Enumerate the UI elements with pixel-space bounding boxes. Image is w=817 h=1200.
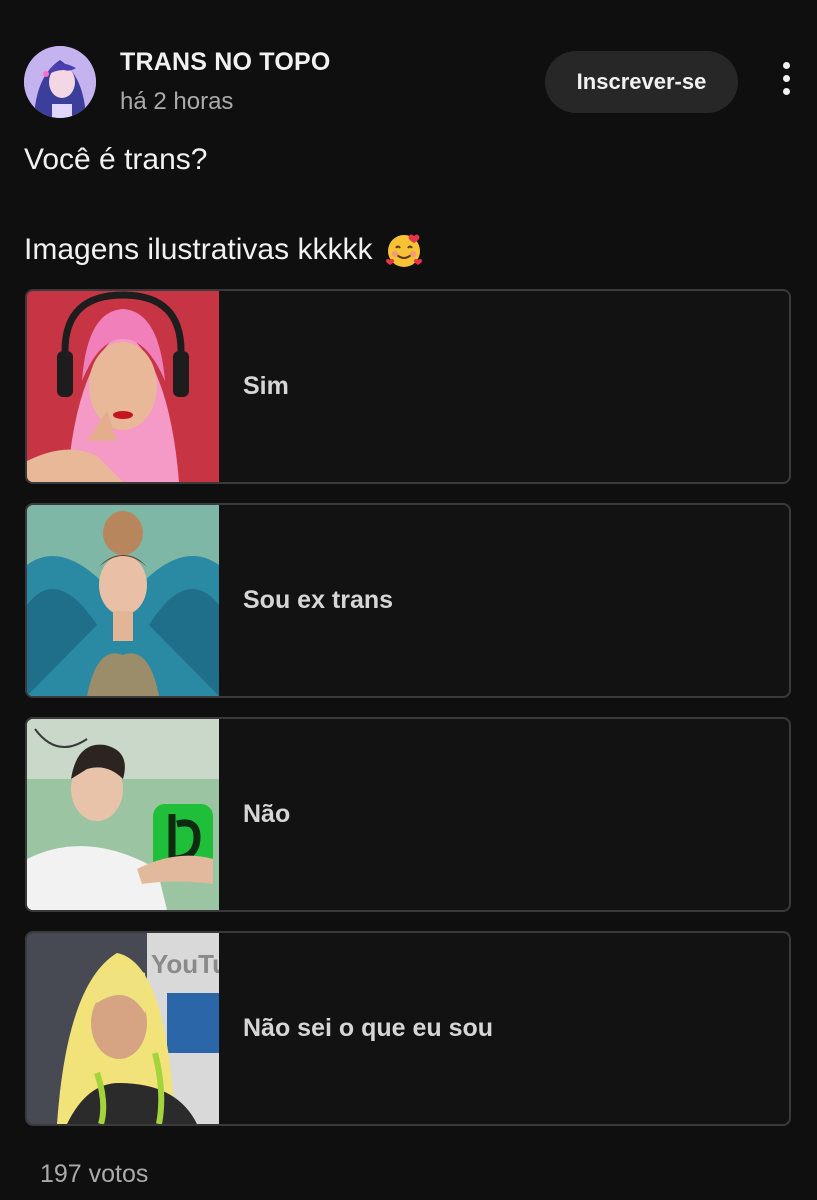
channel-name[interactable]: TRANS NO TOPO (120, 48, 331, 77)
poll-option-label: Não (243, 800, 291, 828)
poll-option-image (27, 505, 219, 696)
poll-option-nao-sei[interactable]: YouTu Não sei o que eu sou (25, 931, 791, 1126)
svg-text:YouTu: YouTu (151, 949, 219, 979)
more-options-icon[interactable] (772, 62, 800, 102)
poll-option-sou-ex-trans[interactable]: Sou ex trans (25, 503, 791, 698)
smiling-face-with-hearts-icon (384, 230, 424, 270)
post-subtitle: Imagens ilustrativas kkkkk (24, 233, 373, 266)
poll-option-label: Sim (243, 372, 289, 400)
post-time: há 2 horas (120, 88, 234, 115)
poll-option-image (27, 291, 219, 482)
poll-option-nao[interactable]: Não (25, 717, 791, 912)
post-question: Você é trans? (24, 143, 208, 176)
poll-option-label: Não sei o que eu sou (243, 1014, 494, 1042)
vote-count: 197 votos (40, 1160, 149, 1188)
poll-option-sim[interactable]: Sim (25, 289, 791, 484)
subscribe-button[interactable]: Inscrever-se (545, 51, 738, 113)
poll-option-label: Sou ex trans (243, 586, 394, 614)
post-header: TRANS NO TOPO há 2 horas Inscrever-se (24, 44, 804, 124)
poll-option-image: YouTu (27, 933, 219, 1124)
poll-option-image (27, 719, 219, 910)
post-subtitle-row: Imagens ilustrativas kkkkk (24, 230, 424, 270)
channel-avatar[interactable] (24, 46, 96, 118)
